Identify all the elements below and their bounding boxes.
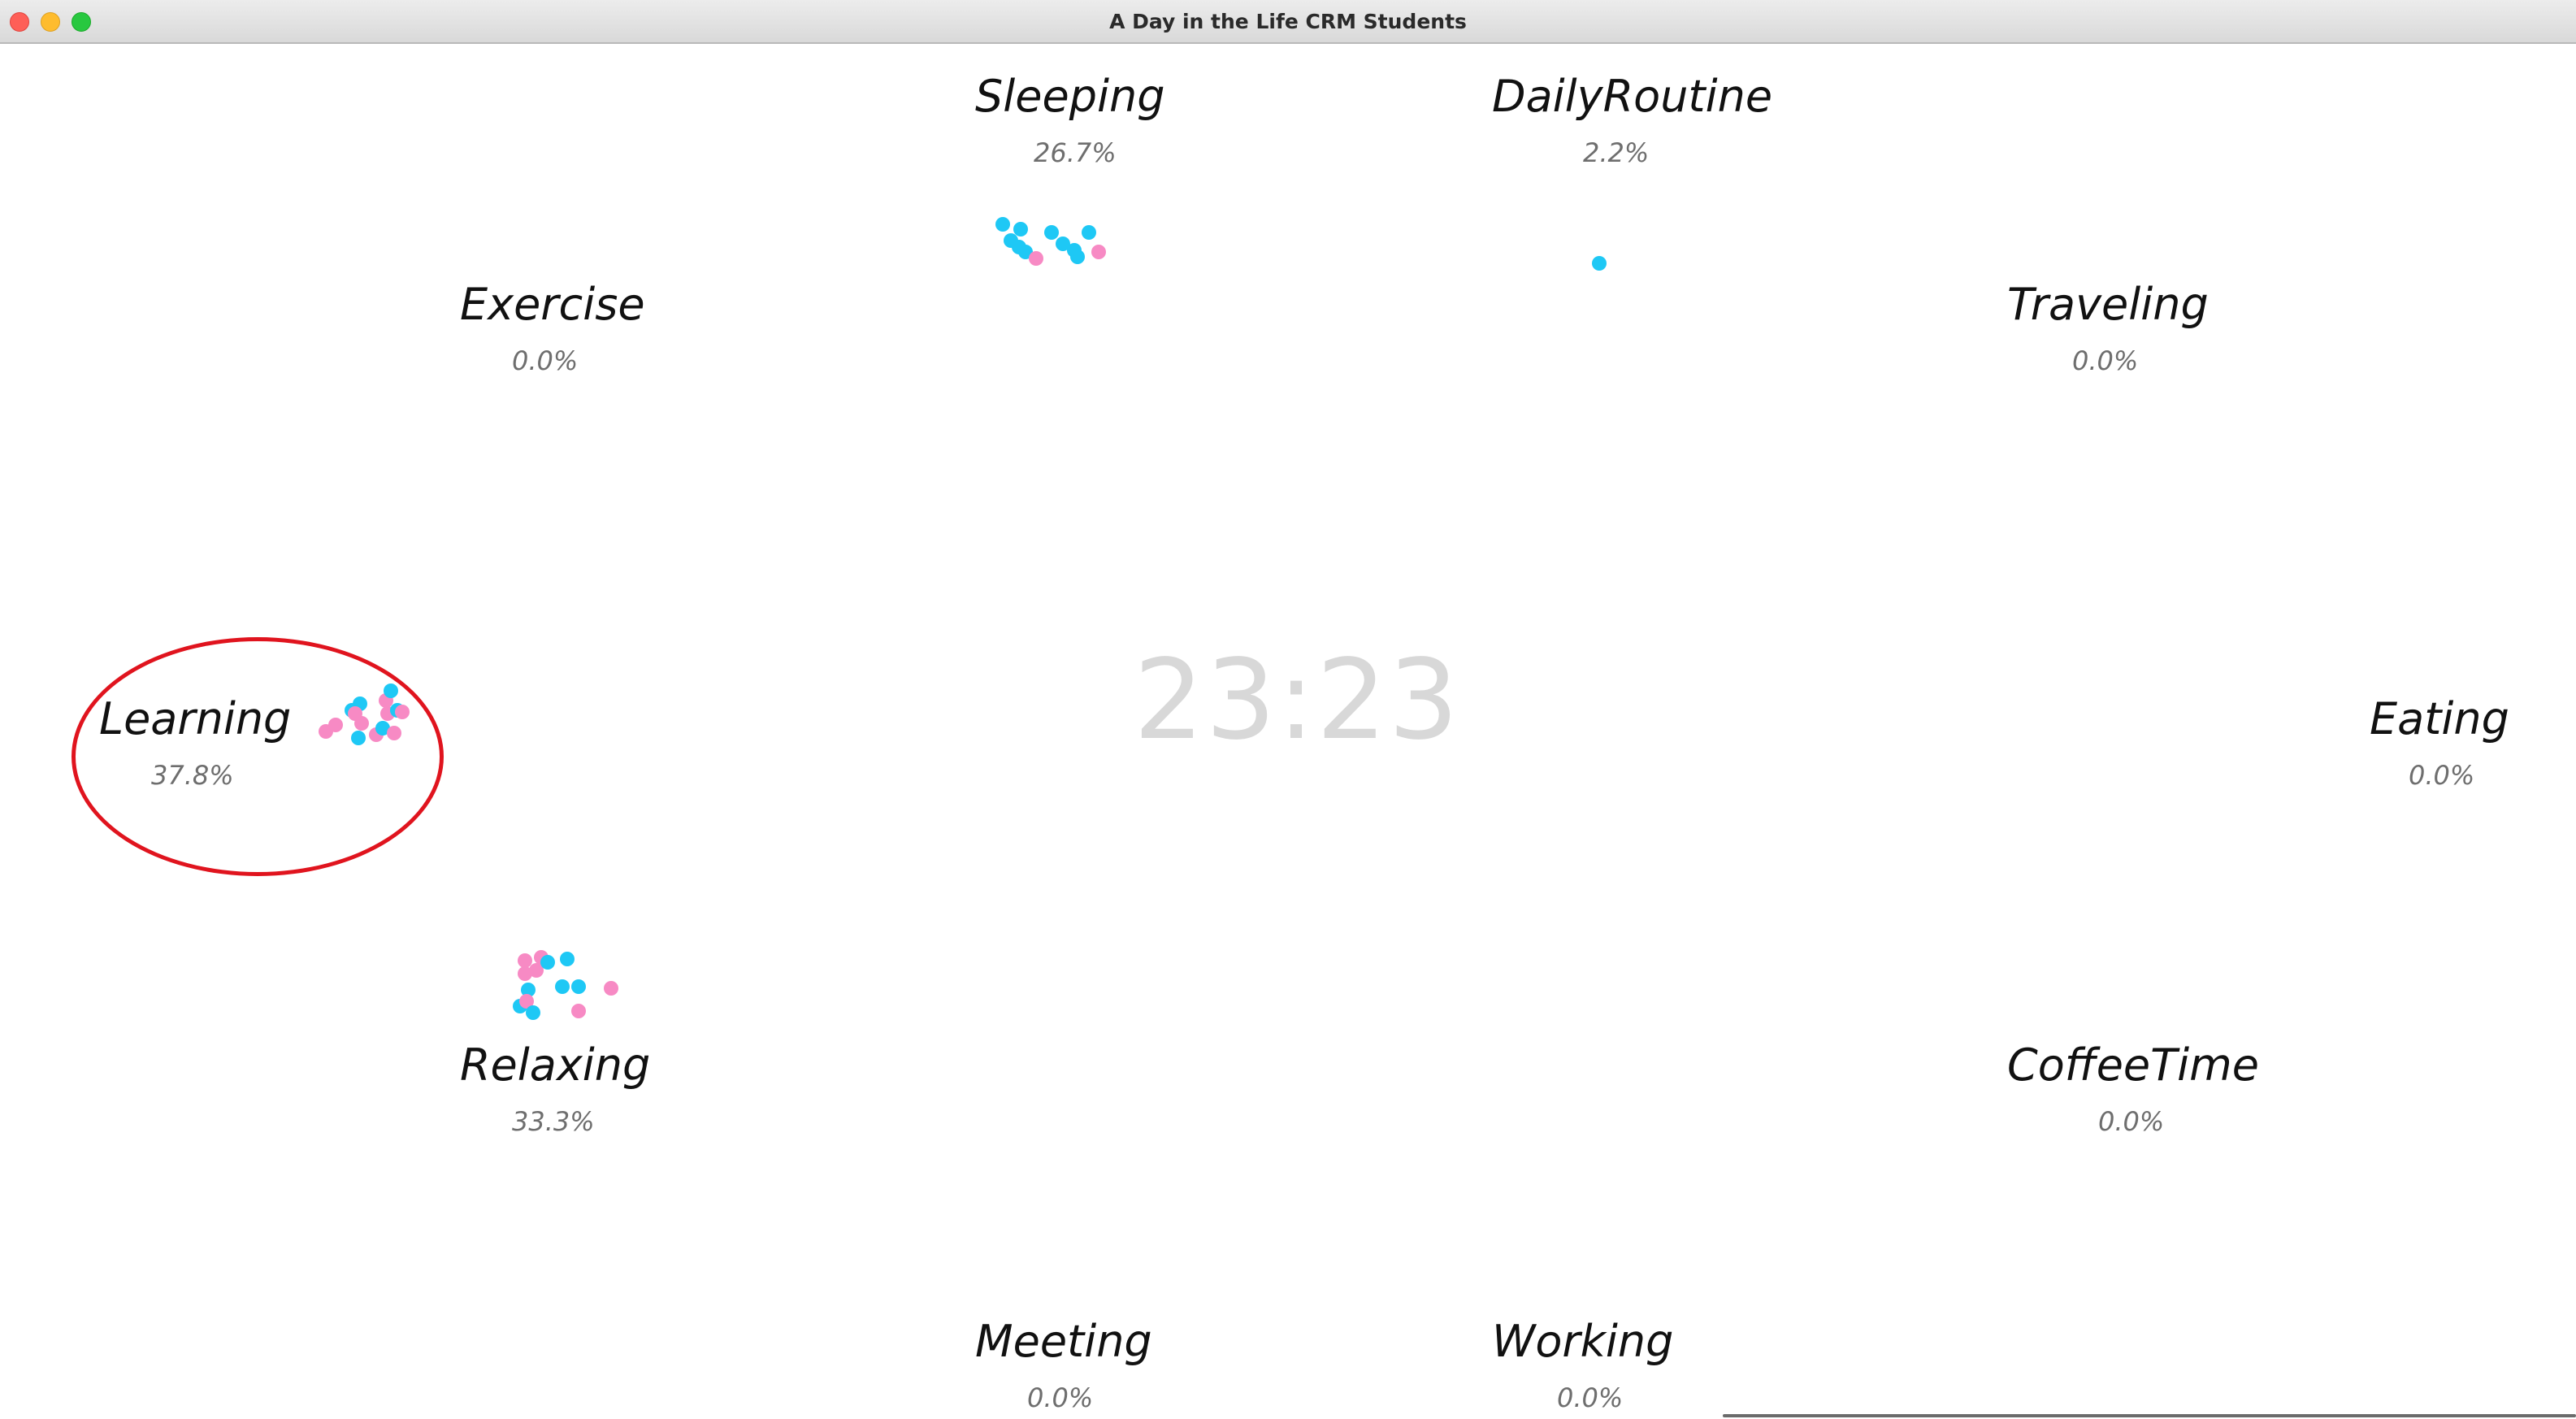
activity-percent: 0.0% [2098,1106,2165,1137]
activity-percent: 0.0% [512,345,579,376]
activity-name: Sleeping [975,71,1165,122]
window-title: A Day in the Life CRM Students [1109,10,1467,33]
app-window: A Day in the Life CRM Students 23:23 Sle… [0,0,2576,1419]
activity-name: Exercise [460,279,645,330]
activity-percent: 0.0% [2409,760,2475,791]
activity-canvas: 23:23 Sleeping 26.7% DailyRoutine 2.2% E… [0,44,2576,1419]
activity-name: Eating [2370,693,2509,744]
activity-percent: 2.2% [1583,137,1650,168]
student-dot [526,1005,540,1020]
activity-percent: 0.0% [2072,345,2139,376]
activity-name: Working [1492,1316,1674,1367]
activity-eating: Eating 0.0% [2370,693,2509,789]
activity-percent: 26.7% [1034,137,1117,168]
title-bar[interactable]: A Day in the Life CRM Students [0,0,2576,44]
student-dot [560,952,575,966]
activity-working: Working 0.0% [1492,1316,1674,1412]
activity-relaxing: Relaxing 33.3% [460,1039,651,1135]
clock-display: 23:23 [1134,636,1460,765]
activity-percent: 33.3% [512,1106,595,1137]
student-dot [995,217,1010,232]
activity-exercise: Exercise 0.0% [460,279,645,375]
activity-percent: 0.0% [1027,1382,1094,1413]
student-dot [540,955,555,970]
highlight-annotation-ellipse [72,637,444,876]
activity-name: Meeting [975,1316,1152,1367]
activity-name: CoffeeTime [2007,1039,2259,1091]
horizontal-scrollbar[interactable] [1723,1414,2576,1417]
student-dot [1070,250,1085,264]
activity-name: DailyRoutine [1492,71,1773,122]
student-dot [1029,251,1043,266]
activity-meeting: Meeting 0.0% [975,1316,1152,1412]
activity-name: Traveling [2007,279,2209,330]
student-dot [1082,225,1096,240]
student-dot [555,979,570,994]
activity-traveling: Traveling 0.0% [2007,279,2209,375]
student-dot [604,981,618,996]
activity-dailyroutine: DailyRoutine 2.2% [1492,71,1773,167]
activity-name: Relaxing [460,1039,651,1091]
student-dot [1592,256,1607,271]
student-dot [571,979,586,994]
student-dot [1091,245,1106,259]
activity-coffeetime: CoffeeTime 0.0% [2007,1039,2259,1135]
student-dot [1044,225,1059,240]
student-dot [571,1004,586,1018]
activity-percent: 0.0% [1557,1382,1624,1413]
activity-sleeping: Sleeping 26.7% [975,71,1165,167]
